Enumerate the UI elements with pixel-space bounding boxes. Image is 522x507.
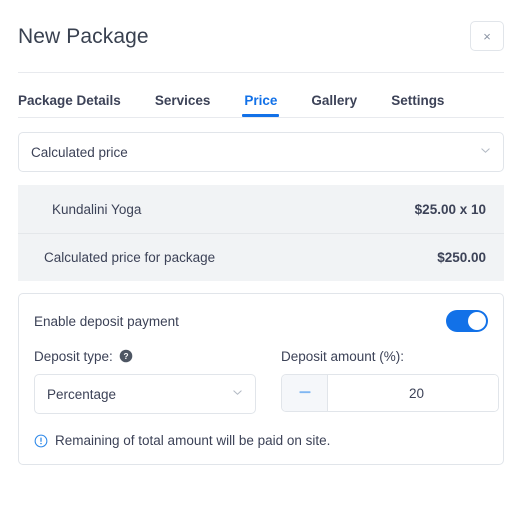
deposit-fields: Deposit type: ? Percentage Deposit amoun… (34, 347, 499, 414)
price-tab-panel: Calculated price Kundalini Yoga $25.00 x… (0, 118, 522, 465)
question-mark-icon[interactable]: ? (119, 349, 133, 363)
deposit-type-label-row: Deposit type: ? (34, 347, 256, 365)
deposit-type-select[interactable]: Percentage (34, 374, 256, 414)
minus-icon (297, 384, 313, 403)
close-button[interactable]: × (470, 21, 504, 51)
tab-price[interactable]: Price (242, 93, 280, 118)
close-icon: × (483, 28, 491, 44)
tab-bar: Package Details Services Price Gallery S… (0, 73, 522, 117)
table-row: Calculated price for package $250.00 (18, 233, 504, 281)
price-row-amount: $25.00 x 10 (414, 201, 486, 217)
deposit-enable-toggle[interactable] (446, 310, 488, 332)
price-row-label: Kundalini Yoga (52, 201, 142, 217)
deposit-type-field: Deposit type: ? Percentage (34, 347, 256, 414)
deposit-amount-field: Deposit amount (%): (281, 347, 499, 414)
price-breakdown: Kundalini Yoga $25.00 x 10 Calculated pr… (18, 185, 504, 281)
new-package-modal: New Package × Package Details Services P… (0, 0, 522, 507)
deposit-note: Remaining of total amount will be paid o… (34, 433, 488, 448)
deposit-enable-row: Enable deposit payment (34, 310, 488, 332)
deposit-payment-card: Enable deposit payment Deposit type: ? P… (18, 293, 504, 465)
info-exclamation-icon (34, 434, 48, 448)
svg-text:?: ? (123, 351, 128, 361)
price-mode-select[interactable]: Calculated price (18, 132, 504, 172)
deposit-enable-label: Enable deposit payment (34, 313, 179, 329)
deposit-type-label: Deposit type: (34, 348, 113, 364)
deposit-amount-label-row: Deposit amount (%): (281, 347, 499, 365)
deposit-amount-label: Deposit amount (%): (281, 348, 405, 364)
tab-settings[interactable]: Settings (391, 93, 444, 118)
tab-package-details[interactable]: Package Details (18, 93, 121, 118)
price-row-label: Calculated price for package (44, 250, 216, 265)
tab-gallery[interactable]: Gallery (311, 93, 357, 118)
deposit-amount-stepper (281, 374, 499, 412)
toggle-knob (468, 312, 486, 330)
price-row-amount: $250.00 (437, 250, 486, 265)
decrement-button[interactable] (282, 375, 328, 411)
price-mode-select-value: Calculated price (31, 144, 128, 160)
modal-header: New Package × (0, 0, 522, 72)
deposit-type-select-value: Percentage (47, 386, 117, 402)
deposit-note-text: Remaining of total amount will be paid o… (55, 433, 331, 448)
chevron-down-icon (479, 144, 492, 160)
table-row: Kundalini Yoga $25.00 x 10 (18, 185, 504, 233)
chevron-down-icon (231, 386, 244, 402)
page-title: New Package (18, 24, 149, 48)
deposit-amount-input[interactable] (328, 375, 498, 411)
tab-services[interactable]: Services (155, 93, 211, 118)
